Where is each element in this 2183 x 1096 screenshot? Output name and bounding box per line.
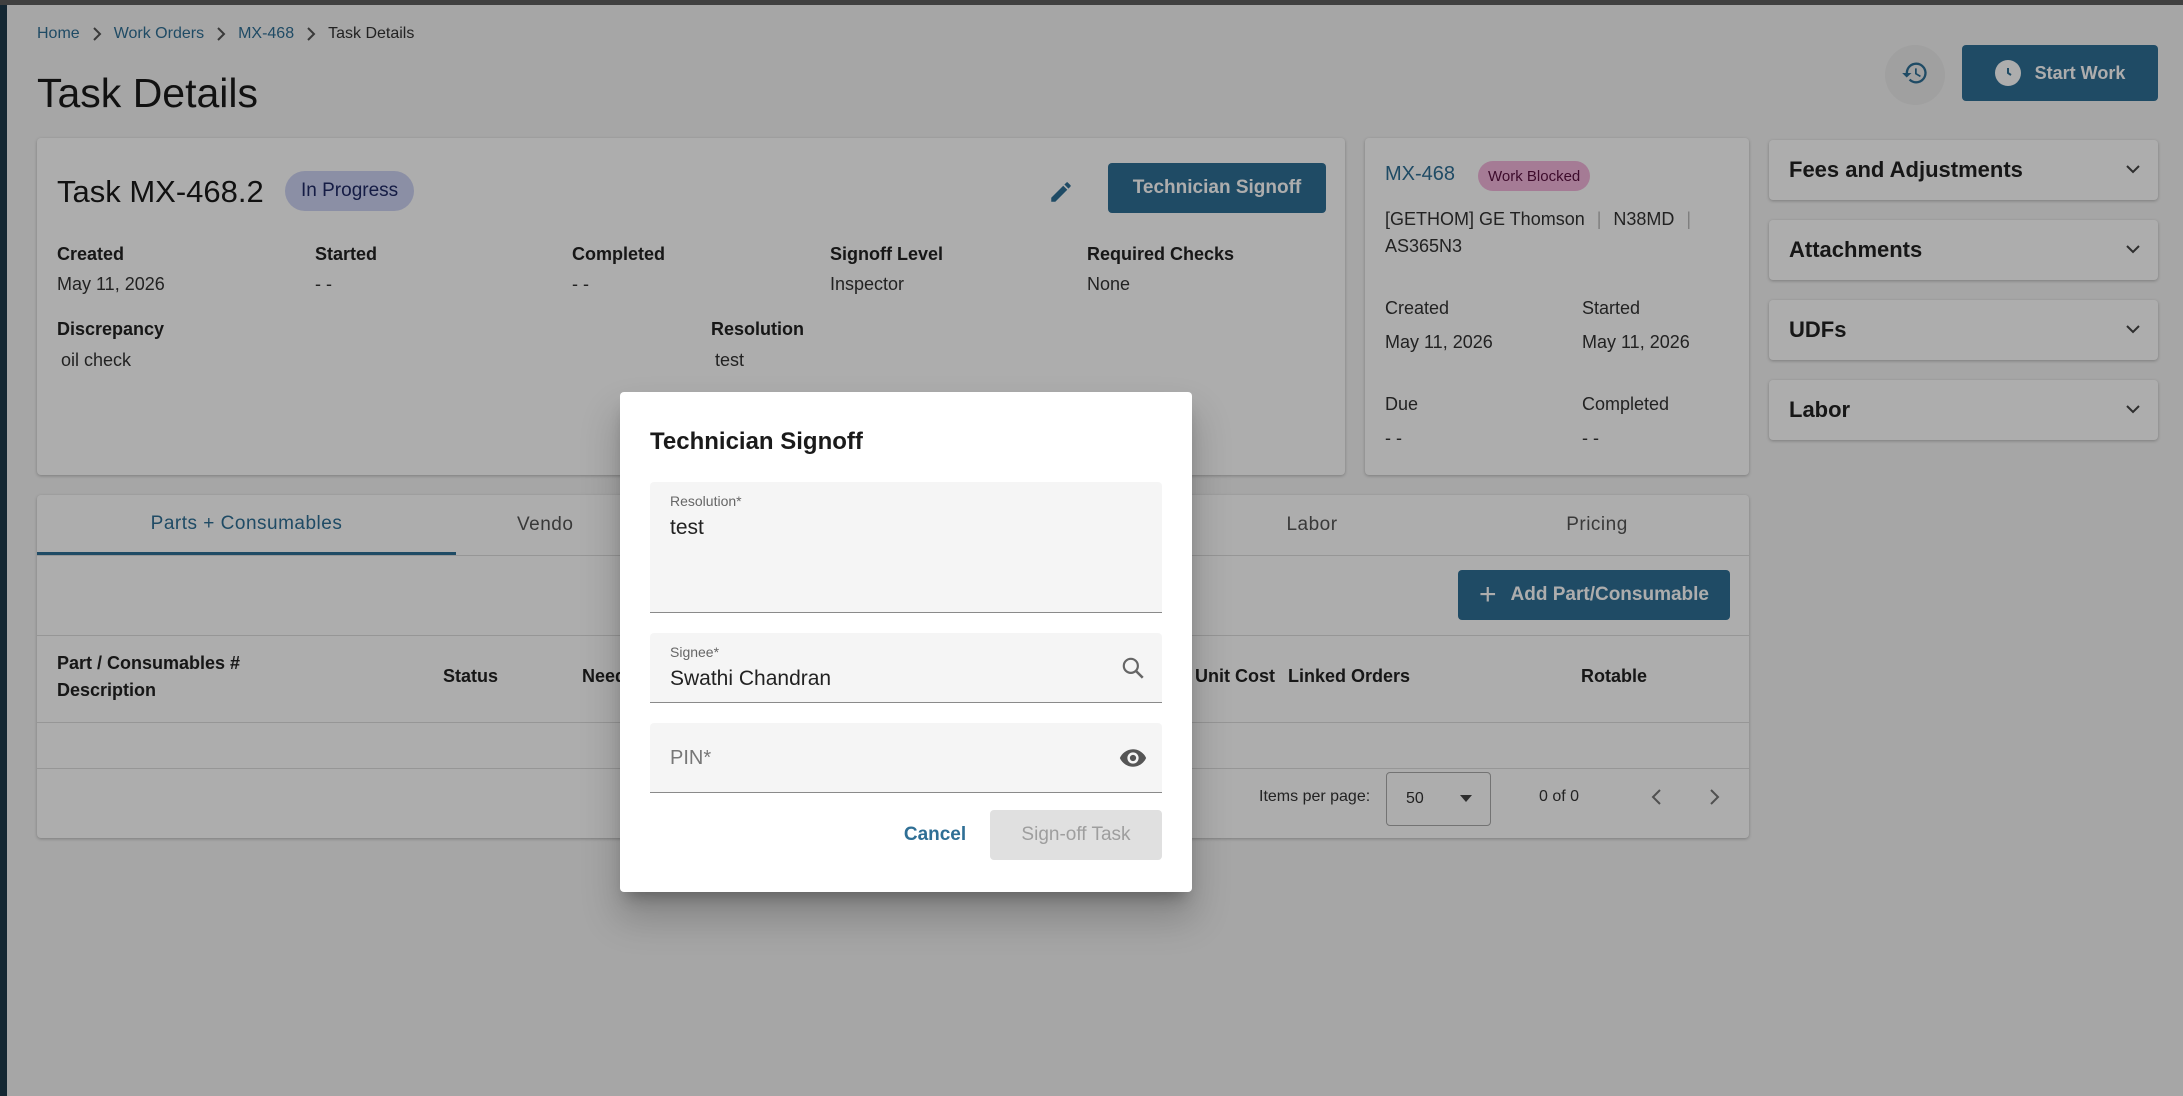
pin-placeholder: PIN*: [670, 747, 712, 769]
resolution-textarea[interactable]: Resolution* test: [650, 482, 1162, 613]
dialog-title: Technician Signoff: [650, 428, 863, 455]
resolution-field-value: test: [670, 516, 704, 539]
technician-signoff-dialog: Technician Signoff Resolution* test Sign…: [620, 392, 1192, 892]
visibility-icon[interactable]: [1118, 743, 1148, 773]
signee-field-label: Signee*: [670, 644, 720, 660]
pin-input[interactable]: PIN*: [650, 723, 1162, 793]
signee-input[interactable]: Signee* Swathi Chandran: [650, 633, 1162, 703]
resolution-field-label: Resolution*: [670, 493, 742, 509]
sign-off-task-button[interactable]: Sign-off Task: [990, 810, 1162, 860]
cancel-button[interactable]: Cancel: [880, 810, 990, 860]
signee-field-value: Swathi Chandran: [670, 667, 832, 690]
search-icon[interactable]: [1118, 653, 1148, 683]
